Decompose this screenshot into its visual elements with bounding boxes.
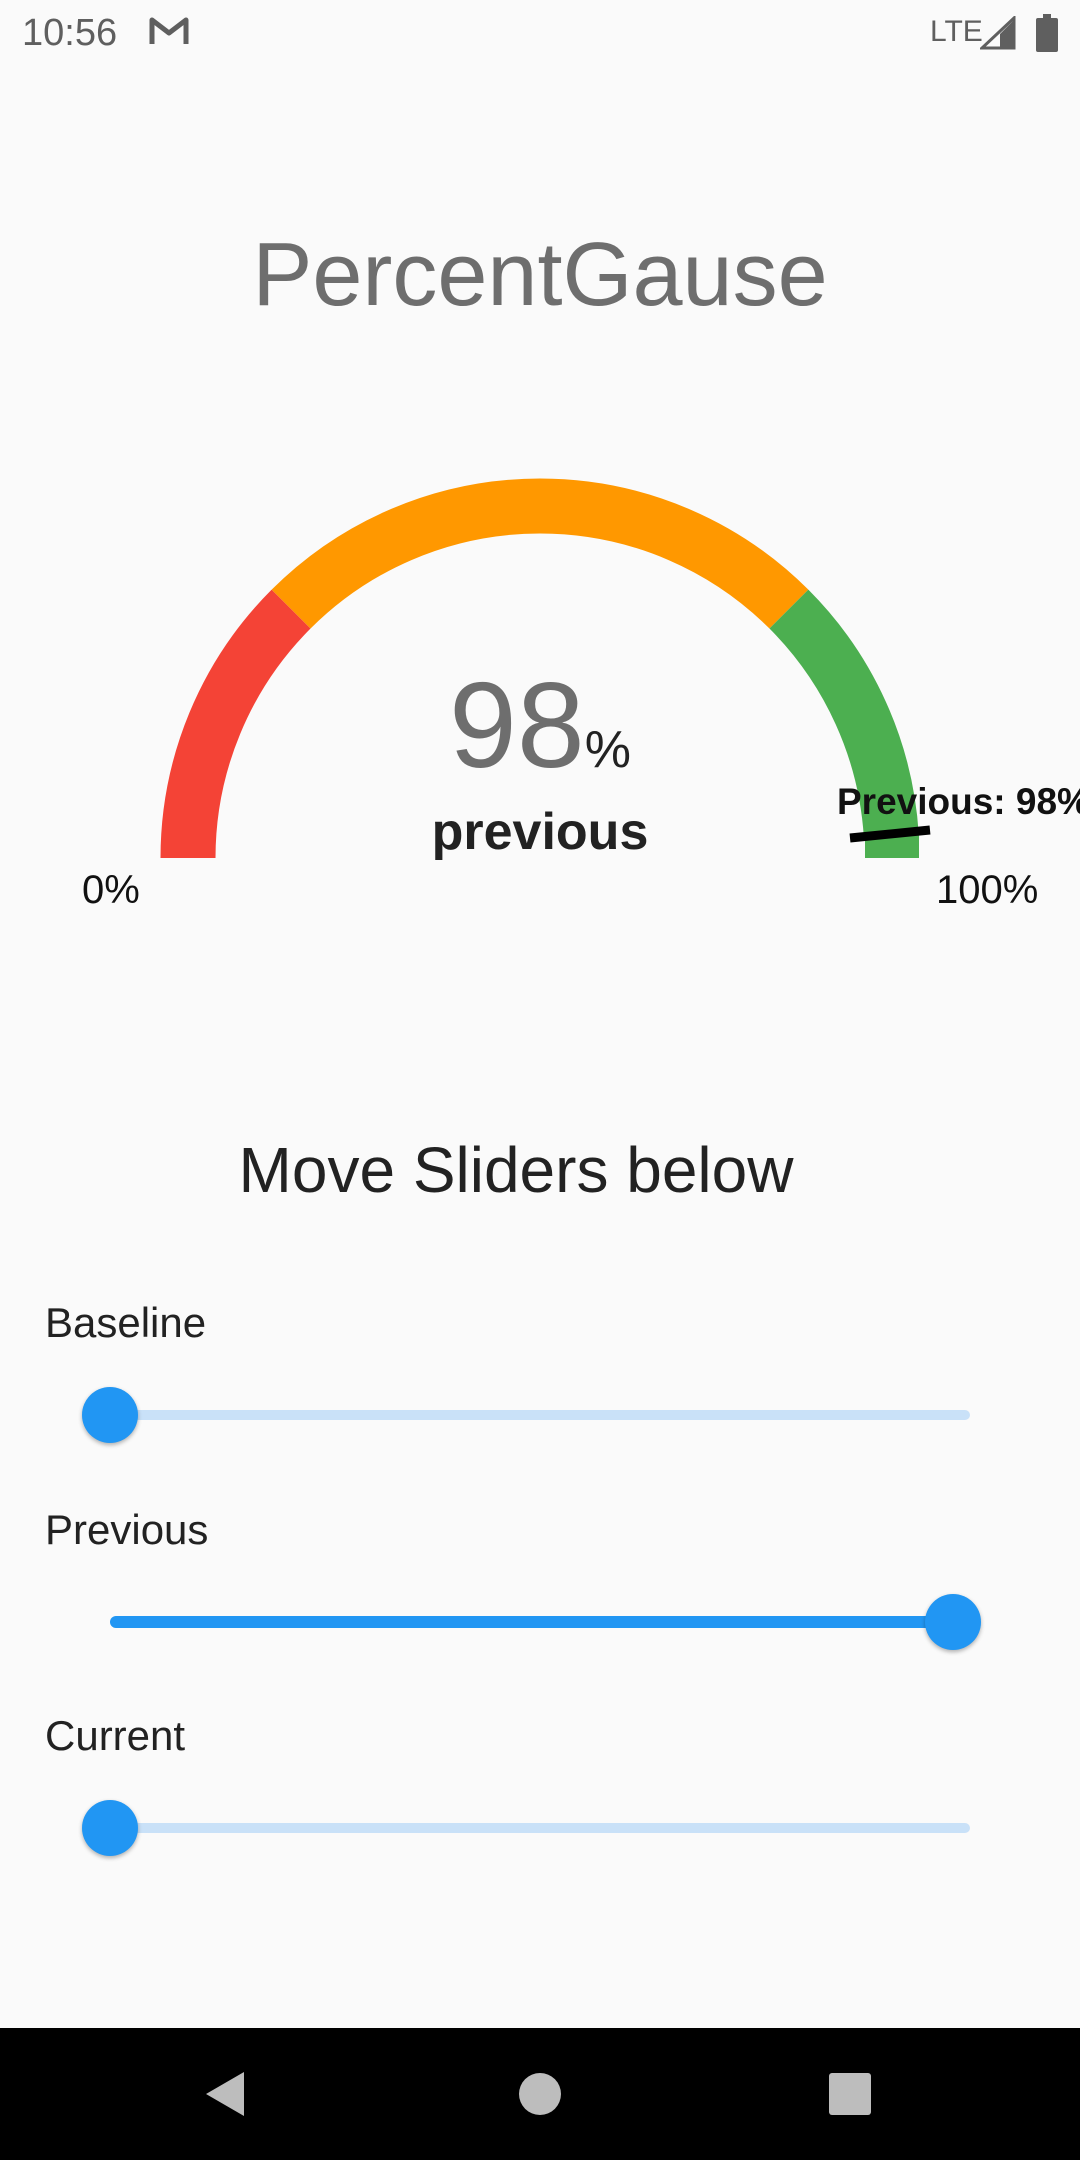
sliders-heading: Move Sliders below xyxy=(238,1134,794,1206)
baseline-label: Baseline xyxy=(45,1299,207,1346)
current-label: Current xyxy=(45,1712,186,1759)
gmail-icon xyxy=(149,17,189,44)
home-icon[interactable] xyxy=(510,2064,570,2124)
slider-thumb[interactable] xyxy=(82,1800,138,1856)
percent-gauge: 98% previous 0% 100% Previous: 98% xyxy=(0,440,1080,940)
previous-label: Previous xyxy=(45,1506,209,1553)
recents-icon[interactable] xyxy=(820,2064,880,2124)
slider-thumb[interactable] xyxy=(82,1387,138,1443)
current-slider[interactable] xyxy=(80,1798,1000,1858)
status-bar: 10:56 LTE xyxy=(0,0,1080,66)
previous-marker-label: Previous: 98% xyxy=(837,781,1080,822)
battery-icon xyxy=(1036,14,1058,52)
gauge-zone-1 xyxy=(271,478,809,629)
gauge-number: 98 xyxy=(449,657,585,793)
network-label: LTE xyxy=(930,15,983,48)
gauge-min-label: 0% xyxy=(82,868,140,912)
navigation-bar xyxy=(0,2028,1080,2160)
previous-slider[interactable] xyxy=(80,1592,1000,1652)
gauge-max-label: 100% xyxy=(936,868,1039,912)
signal-icon xyxy=(980,16,1016,50)
baseline-slider[interactable] xyxy=(80,1385,1000,1445)
app-title: PercentGause xyxy=(252,225,828,325)
gauge-percent-sign: % xyxy=(584,721,631,779)
slider-track xyxy=(110,1823,970,1833)
back-icon[interactable] xyxy=(196,2064,256,2124)
screen: 10:56 LTE PercentGause 98% previous 0% 1… xyxy=(0,0,1080,2160)
slider-track xyxy=(110,1410,970,1420)
status-time: 10:56 xyxy=(22,12,118,54)
slider-fill xyxy=(110,1616,953,1628)
slider-thumb[interactable] xyxy=(924,1594,981,1650)
